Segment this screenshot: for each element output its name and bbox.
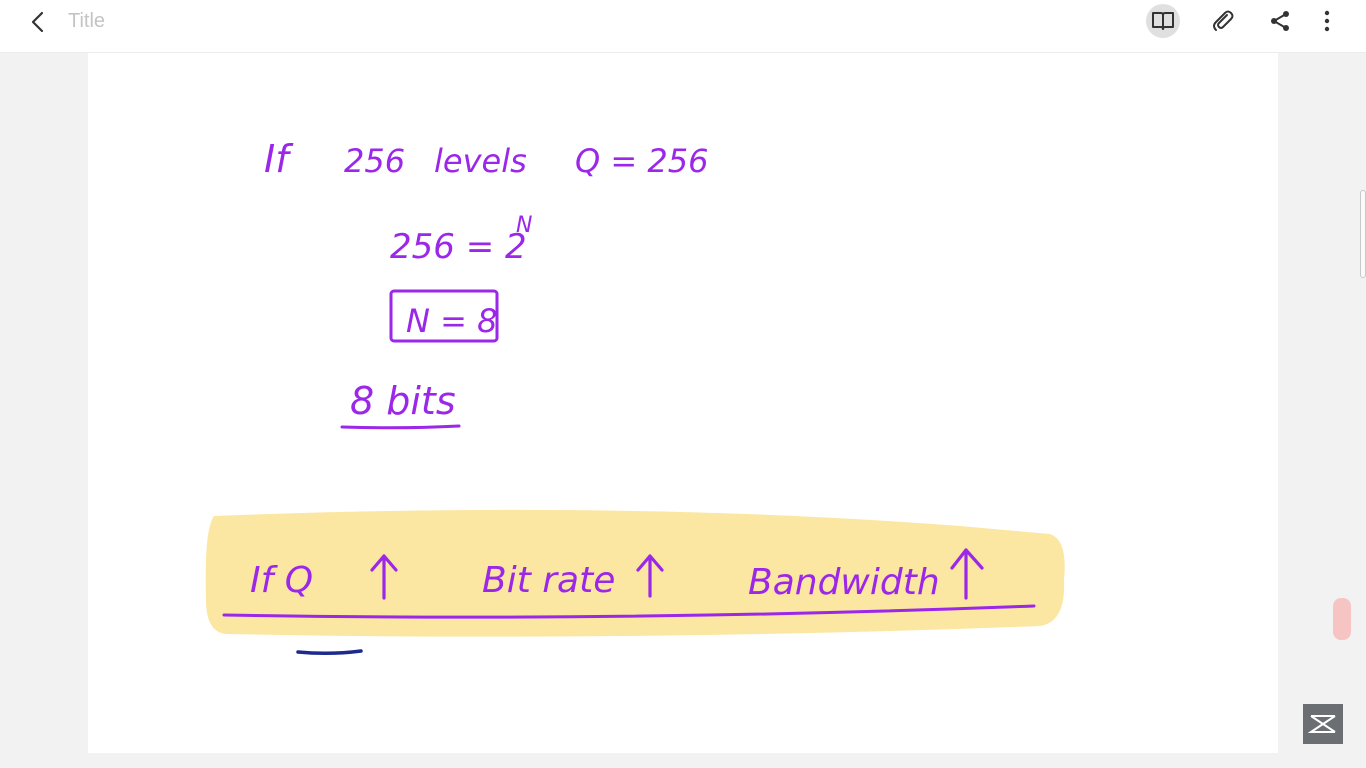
- blue-pen-stroke: [296, 649, 363, 656]
- text-256: 256: [344, 142, 405, 180]
- text-q-equals: Q = 256: [575, 142, 708, 180]
- text-levels: levels: [434, 142, 527, 180]
- text-if-q: If Q: [250, 560, 313, 601]
- logo-icon: [1308, 715, 1336, 733]
- text-8-bits: 8 bits: [350, 379, 456, 423]
- text-n-eq-8: N = 8: [406, 302, 497, 340]
- text-if: If: [264, 137, 294, 181]
- watermark-logo: [1303, 704, 1343, 744]
- handwriting-canvas: If 256 levels Q = 256 256 = 2 N N = 8 8 …: [205, 137, 1065, 656]
- text-bandwidth: Bandwidth: [748, 562, 940, 603]
- page-navigator-handle[interactable]: [1333, 598, 1351, 640]
- text-bit-rate: Bit rate: [482, 560, 615, 601]
- text-exponent-n: N: [516, 213, 532, 238]
- text-256-eq-2: 256 = 2: [390, 227, 527, 267]
- scrollbar-thumb[interactable]: [1360, 190, 1366, 278]
- bits-underline: [340, 424, 461, 430]
